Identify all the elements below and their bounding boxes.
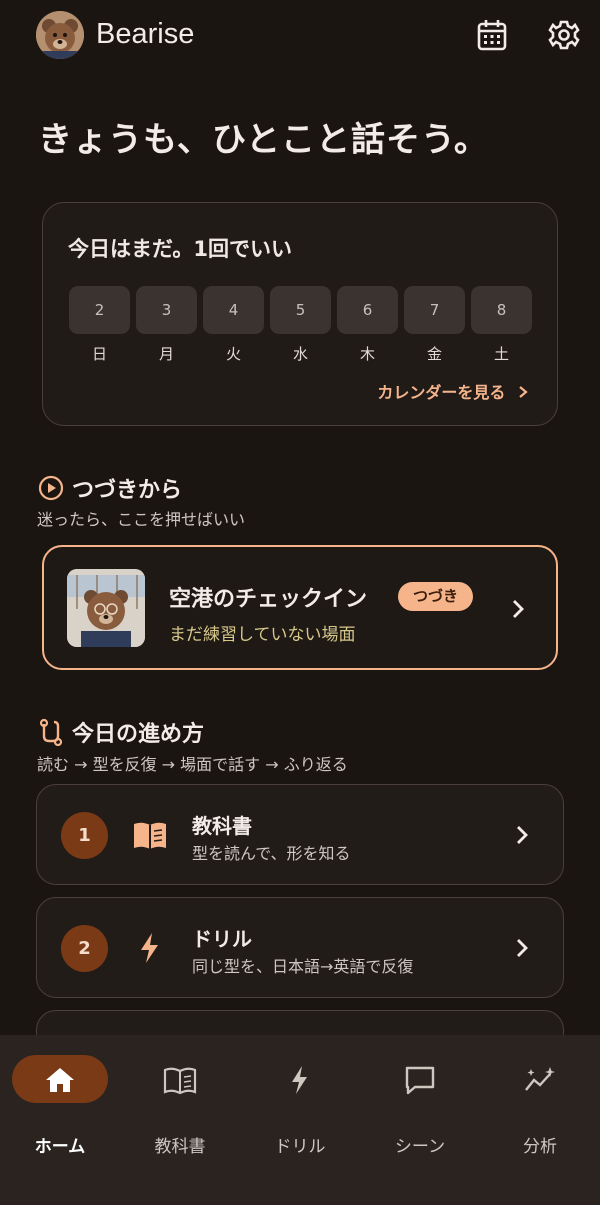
nav-tab-drill[interactable]: ドリル [240, 1055, 360, 1157]
nav-tab-home[interactable]: ホーム [0, 1055, 120, 1157]
plan-section-title: 今日の進め方 [38, 716, 204, 748]
chevron-right-icon [517, 826, 528, 844]
weekday-label: 金 [426, 345, 442, 363]
weekday-label: 水 [292, 345, 308, 363]
analytics-icon [525, 1067, 555, 1091]
nav-tab-analytics[interactable]: 分析 [480, 1055, 600, 1157]
chevron-right-icon [517, 939, 528, 957]
weekday-label: 土 [493, 345, 509, 363]
weekday-label: 月 [158, 345, 174, 363]
book-icon [163, 1067, 197, 1095]
today-streak-card: 今日はまだ。1回でいい 2 3 4 5 6 7 8 日 月 火 水 木 金 土 … [42, 202, 558, 426]
route-icon [39, 718, 63, 746]
nav-label: シーン [394, 1137, 446, 1157]
step-subtitle: 型を読んで、形を知る [192, 844, 351, 863]
nav-tab-scene[interactable]: シーン [360, 1055, 480, 1157]
play-circle-icon [38, 475, 64, 501]
bolt-icon [292, 1066, 307, 1094]
weekday-label: 木 [359, 345, 375, 363]
plan-title-text: 今日の進め方 [72, 722, 205, 747]
bolt-icon [141, 933, 158, 963]
step-title: ドリル [192, 927, 252, 951]
plan-subtitle: 読む → 型を反復 → 場面で話す → ふり返る [37, 755, 348, 774]
lesson-status: まだ練習していない場面 [169, 625, 356, 645]
lesson-title: 空港のチェックイン [169, 587, 368, 612]
book-icon [134, 822, 166, 849]
calendar-icon[interactable] [476, 18, 508, 52]
app-name: Bearise [96, 18, 195, 50]
continue-subtitle: 迷ったら、ここを押せばいい [37, 510, 246, 529]
app-header: Bearise [0, 0, 600, 72]
day-cell: 6 [337, 286, 398, 334]
continue-title-text: つづきから [72, 478, 183, 503]
step-card-drill[interactable]: 2 ドリル 同じ型を、日本語→英語で反復 [36, 897, 564, 998]
calendar-link[interactable]: カレンダーを見る [377, 379, 529, 403]
day-cell: 3 [136, 286, 197, 334]
bear-avatar[interactable] [36, 11, 84, 59]
chat-bubble-icon [405, 1066, 435, 1095]
day-cell: 7 [404, 286, 465, 334]
step-subtitle: 同じ型を、日本語→英語で反復 [192, 957, 414, 976]
continue-section-title: つづきから [38, 472, 182, 504]
nav-label: 分析 [523, 1137, 557, 1157]
calendar-link-label: カレンダーを見る [377, 383, 506, 402]
gear-icon[interactable] [548, 18, 580, 52]
step-number: 2 [61, 925, 108, 972]
hero-title: きょうも、ひとこと話そう。 [38, 120, 489, 160]
step-card-textbook[interactable]: 1 教科書 型を読んで、形を知る [36, 784, 564, 885]
continue-badge: つづき [398, 582, 473, 611]
day-cell: 8 [471, 286, 532, 334]
day-cell: 4 [203, 286, 264, 334]
step-number: 1 [61, 812, 108, 859]
continue-lesson-card[interactable]: 空港のチェックイン つづき まだ練習していない場面 [42, 545, 558, 670]
nav-tab-textbook[interactable]: 教科書 [120, 1055, 240, 1157]
weekday-label: 日 [91, 345, 107, 363]
day-cell: 2 [69, 286, 130, 334]
step-title: 教科書 [192, 814, 252, 838]
today-status-title: 今日はまだ。1回でいい [68, 237, 292, 261]
bottom-navigation: ホーム 教科書 ドリル シーン 分析 [0, 1035, 600, 1205]
chevron-right-icon [519, 386, 528, 398]
weekday-label: 火 [225, 345, 241, 363]
chevron-right-icon [513, 600, 524, 618]
lesson-thumbnail [67, 569, 145, 647]
nav-label: ドリル [274, 1137, 326, 1157]
nav-label: ホーム [34, 1137, 86, 1157]
nav-label: 教科書 [154, 1137, 206, 1157]
home-icon [46, 1068, 74, 1092]
day-cell: 5 [270, 286, 331, 334]
